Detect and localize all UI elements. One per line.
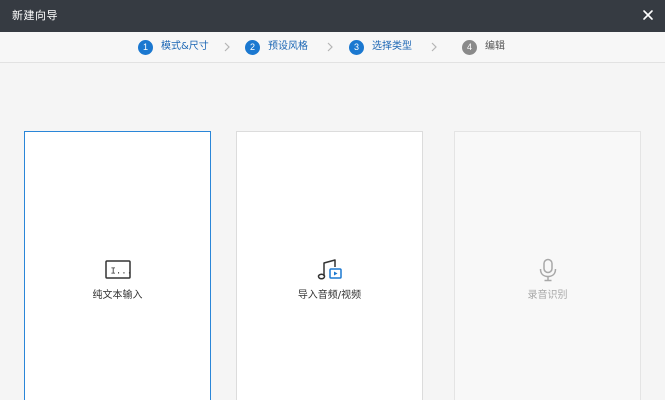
step-edit[interactable]: 4 编辑 (462, 39, 505, 55)
step-number: 4 (462, 39, 477, 55)
chevron-right-icon (224, 42, 230, 52)
step-number: 3 (349, 39, 364, 55)
step-label: 选择类型 (372, 41, 412, 52)
options-area: I... 纯文本输入 导入音频/视频 录音识别 (0, 63, 665, 400)
option-label: 纯文本输入 (92, 290, 143, 301)
option-label: 导入音频/视频 (297, 290, 362, 301)
window-title: 新建向导 (12, 9, 58, 22)
steps-bar: 1 模式&尺寸 2 预设风格 3 选择类型 4 编辑 (0, 32, 665, 63)
step-number: 1 (138, 39, 153, 55)
option-card-voice-recognition: 录音识别 (454, 131, 641, 400)
option-label: 录音识别 (527, 290, 568, 301)
step-select-type[interactable]: 3 选择类型 (349, 39, 412, 55)
step-mode-size[interactable]: 1 模式&尺寸 (138, 39, 209, 55)
close-icon[interactable] (639, 6, 657, 24)
chevron-right-icon (431, 42, 437, 52)
title-bar: 新建向导 (0, 0, 665, 32)
step-preset-style[interactable]: 2 预设风格 (245, 39, 308, 55)
chevron-right-icon (327, 42, 333, 52)
step-label: 编辑 (485, 41, 505, 52)
step-label: 模式&尺寸 (161, 41, 209, 52)
new-wizard-window: 新建向导 1 模式&尺寸 2 预设风格 3 选择类型 4 编辑 I... 纯文本… (0, 0, 665, 400)
text-input-icon: I... (104, 260, 132, 279)
option-card-import-media[interactable]: 导入音频/视频 (236, 131, 423, 400)
step-number: 2 (245, 39, 260, 55)
icon-text: I... (110, 267, 132, 277)
microphone-icon (539, 258, 556, 282)
step-label: 预设风格 (268, 41, 308, 52)
option-card-plain-text[interactable]: I... 纯文本输入 (24, 131, 211, 400)
music-video-icon (317, 259, 342, 280)
